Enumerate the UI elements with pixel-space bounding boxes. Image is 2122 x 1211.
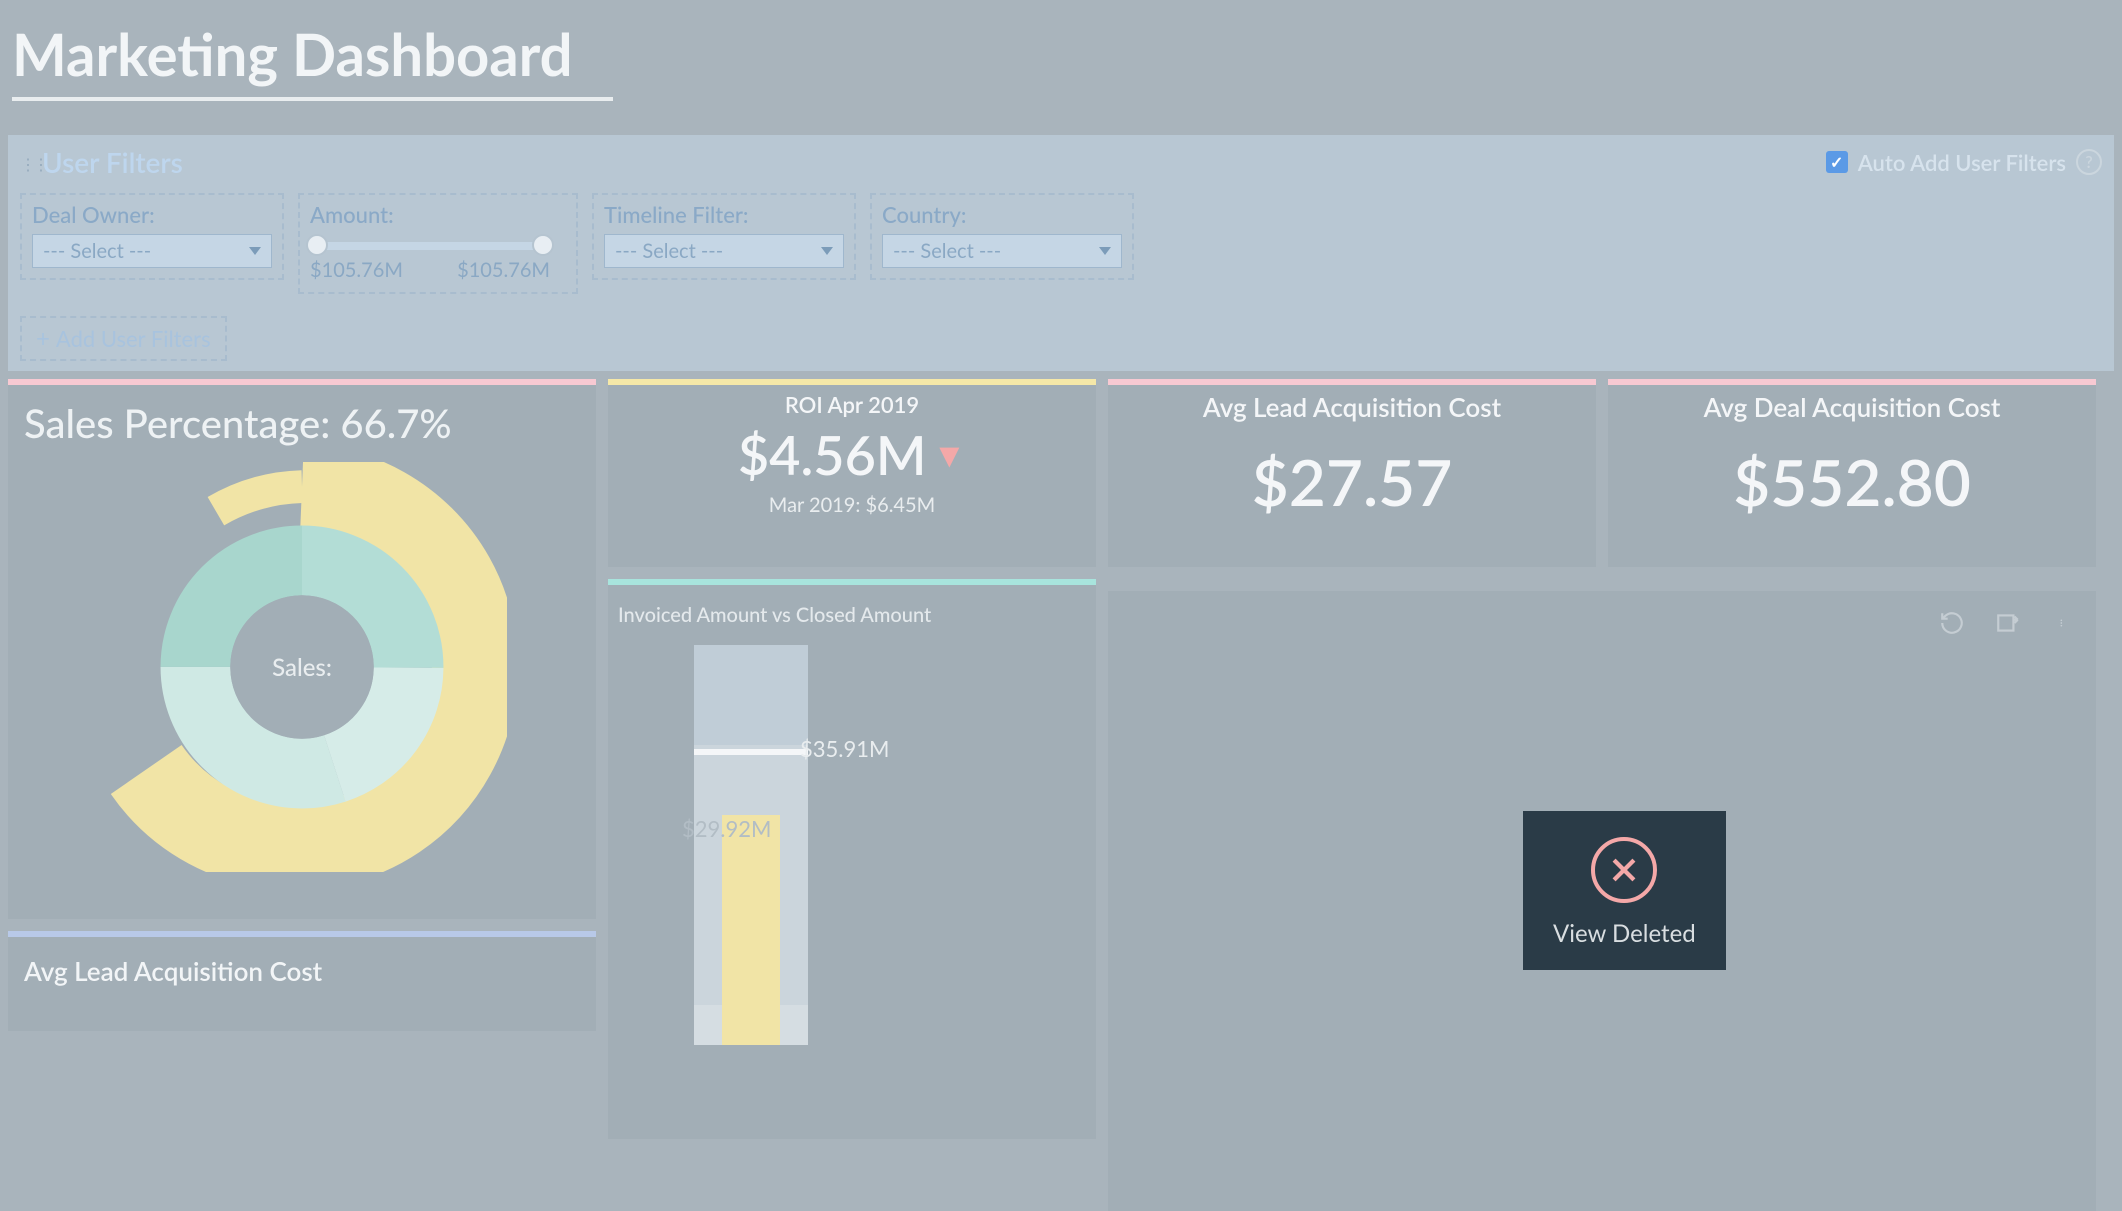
select-placeholder: --- Select --- [893,239,1001,263]
donut-center-label: Sales: [272,653,332,682]
filter-label: Deal Owner: [32,201,272,228]
select-placeholder: --- Select --- [615,239,723,263]
filter-amount: Amount: $105.76M $105.76M [298,193,578,294]
bullet-chart: $35.91M $29.92M [608,635,1096,1055]
roi-card[interactable]: ROI Apr 2019 $4.56M ▼ Mar 2019: $6.45M [608,379,1096,567]
deleted-message: View Deleted [1553,919,1696,948]
sales-percentage-card[interactable]: Sales Percentage: 66.7% Sales: [8,379,596,919]
roi-value: $4.56M [738,422,927,487]
filter-label: Country: [882,201,1122,228]
bullet-title: Invoiced Amount vs Closed Amount [608,585,1096,635]
bullet-marker-label: $35.91M [800,735,889,762]
slider-thumb-max[interactable] [532,234,554,256]
more-icon[interactable] [2050,609,2078,637]
slider-min-label: $105.76M [310,258,403,282]
roi-title: ROI Apr 2019 [608,385,1096,418]
add-user-filters-button[interactable]: Add User Filters [20,316,227,361]
auto-add-checkbox[interactable]: ✓ [1826,151,1848,173]
bullet-bar-label: $29.92M [682,815,771,842]
select-placeholder: --- Select --- [43,239,151,263]
kpi-value: $552.80 [1608,443,2096,520]
slider-max-label: $105.76M [457,258,550,282]
roi-compare: Mar 2019: $6.45M [608,493,1096,517]
kpi-title: Avg Deal Acquisition Cost [1608,385,2096,423]
card-title: Avg Lead Acquisition Cost [8,937,596,1005]
view-deleted-badge: View Deleted [1523,811,1726,970]
user-filters-panel: User Filters ✓ Auto Add User Filters ? D… [8,135,2114,371]
country-select[interactable]: --- Select --- [882,234,1122,268]
filters-title: User Filters [42,145,183,179]
filter-deal-owner: Deal Owner: --- Select --- [20,193,284,280]
filter-label: Amount: [310,201,566,228]
lead-cost-card-2[interactable]: Avg Lead Acquisition Cost [8,931,596,1031]
lead-cost-card[interactable]: Avg Lead Acquisition Cost $27.57 [1108,379,1596,567]
bullet-marker [694,749,808,755]
deal-owner-select[interactable]: --- Select --- [32,234,272,268]
deal-cost-card[interactable]: Avg Deal Acquisition Cost $552.80 [1608,379,2096,567]
sales-title: Sales Percentage: 66.7% [8,385,596,447]
sales-donut-chart: Sales: [8,447,596,887]
chevron-down-icon [821,247,833,255]
plus-icon [36,324,50,353]
trend-down-icon: ▼ [933,434,967,476]
filter-timeline: Timeline Filter: --- Select --- [592,193,856,280]
amount-slider[interactable] [316,242,544,250]
slider-thumb-min[interactable] [306,234,328,256]
bullet-chart-card[interactable]: Invoiced Amount vs Closed Amount $35.91M… [608,579,1096,1139]
chevron-down-icon [1099,247,1111,255]
error-circle-icon [1591,837,1657,903]
help-icon[interactable]: ? [2076,149,2102,175]
page-title[interactable]: Marketing Dashboard [12,20,613,101]
filter-label: Timeline Filter: [604,201,844,228]
filter-country: Country: --- Select --- [870,193,1134,280]
refresh-icon[interactable] [1938,609,1966,637]
bullet-bar [722,815,780,1045]
kpi-value: $27.57 [1108,443,1596,520]
timeline-select[interactable]: --- Select --- [604,234,844,268]
export-icon[interactable] [1994,609,2022,637]
auto-add-label: Auto Add User Filters [1858,149,2066,176]
drag-handle-icon[interactable] [20,155,34,169]
chevron-down-icon [249,247,261,255]
deleted-view-card[interactable]: View Deleted [1108,591,2096,1211]
add-filters-label: Add User Filters [56,325,211,352]
kpi-title: Avg Lead Acquisition Cost [1108,385,1596,423]
